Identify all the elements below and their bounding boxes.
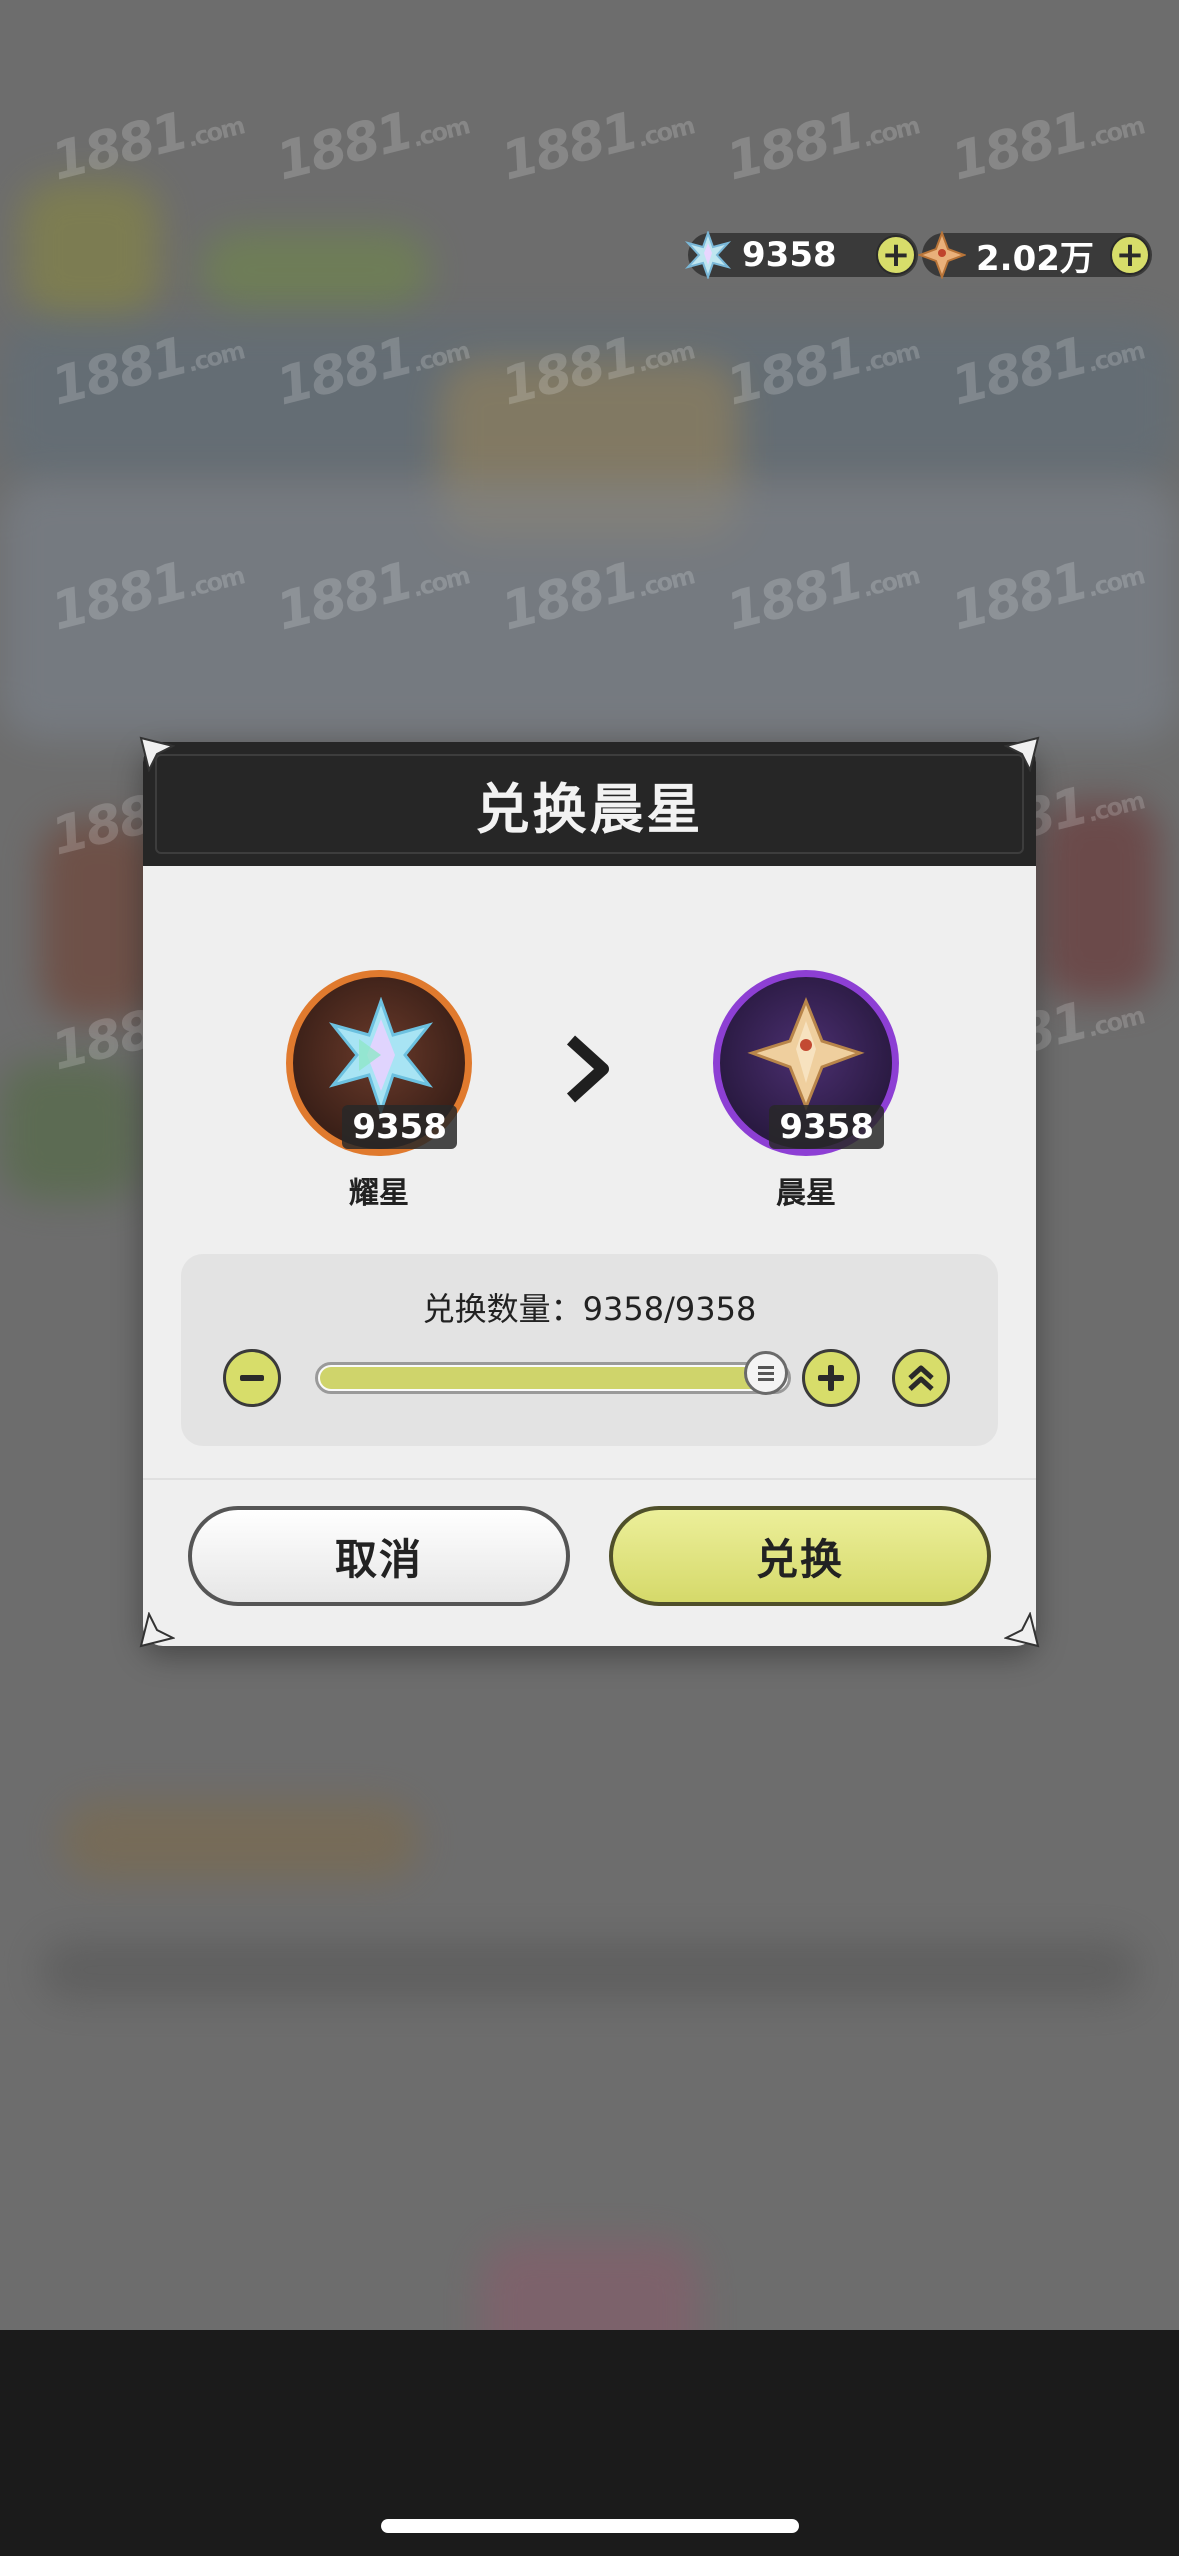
divider: [143, 1478, 1036, 1480]
header-frame: [155, 754, 1024, 854]
confirm-label: 兑换: [755, 1534, 844, 1584]
target-item: 9358 晨星: [706, 970, 906, 1212]
source-item-frame: 9358: [286, 970, 472, 1156]
max-button[interactable]: [892, 1349, 950, 1407]
corner-ornament-icon: [1004, 1612, 1040, 1648]
dawn-star-icon: [918, 231, 966, 279]
source-name: 耀星: [349, 1176, 409, 1211]
add-stars-button[interactable]: +: [876, 235, 916, 275]
slider-handle[interactable]: [744, 1351, 788, 1395]
corner-ornament-icon: [139, 736, 175, 772]
currency-stars: 9358 +: [684, 231, 918, 279]
target-count: 9358: [769, 1105, 884, 1149]
add-dawnstars-button[interactable]: +: [1110, 235, 1150, 275]
quantity-slider[interactable]: [315, 1351, 791, 1395]
source-item: 9358 耀星: [279, 970, 479, 1212]
confirm-exchange-button[interactable]: 兑换: [609, 1506, 991, 1606]
star-crystal-icon: [684, 231, 732, 279]
bg-blob: [40, 1940, 1140, 2000]
chevron-right-icon: [566, 1035, 609, 1103]
cancel-button[interactable]: 取消: [188, 1506, 570, 1606]
target-name: 晨星: [776, 1176, 836, 1211]
bg-blob: [20, 180, 160, 320]
bg-blob: [0, 1060, 140, 1200]
star-crystal-icon: [328, 997, 434, 1116]
double-chevron-up-icon: [908, 1365, 934, 1391]
slider-fill: [320, 1367, 768, 1389]
exchange-dialog: 兑换晨星 9358 耀星 9358 晨星 兑换数量：9358/9358 取消 兑…: [143, 742, 1036, 1646]
dialog-header: 兑换晨星: [143, 742, 1036, 866]
decrease-button[interactable]: [223, 1349, 281, 1407]
home-indicator[interactable]: [381, 2519, 799, 2533]
bg-blob: [200, 230, 430, 310]
cancel-label: 取消: [334, 1534, 423, 1584]
increase-button[interactable]: [802, 1349, 860, 1407]
dawnstars-amount: 2.02万: [976, 238, 1094, 279]
plus-icon: [818, 1365, 844, 1391]
currency-dawnstars: 2.02万 +: [918, 231, 1152, 279]
corner-ornament-icon: [139, 1612, 175, 1648]
stars-amount: 9358: [742, 235, 837, 275]
quantity-label: 兑换数量：9358/9358: [422, 1290, 757, 1328]
source-count: 9358: [342, 1105, 457, 1149]
dawn-star-icon: [747, 996, 865, 1112]
bg-blob: [60, 1800, 420, 1880]
grip-icon: [758, 1366, 774, 1381]
minus-icon: [240, 1375, 264, 1381]
corner-ornament-icon: [1004, 736, 1040, 772]
quantity-panel: 兑换数量：9358/9358: [181, 1254, 998, 1446]
target-item-frame: 9358: [713, 970, 899, 1156]
